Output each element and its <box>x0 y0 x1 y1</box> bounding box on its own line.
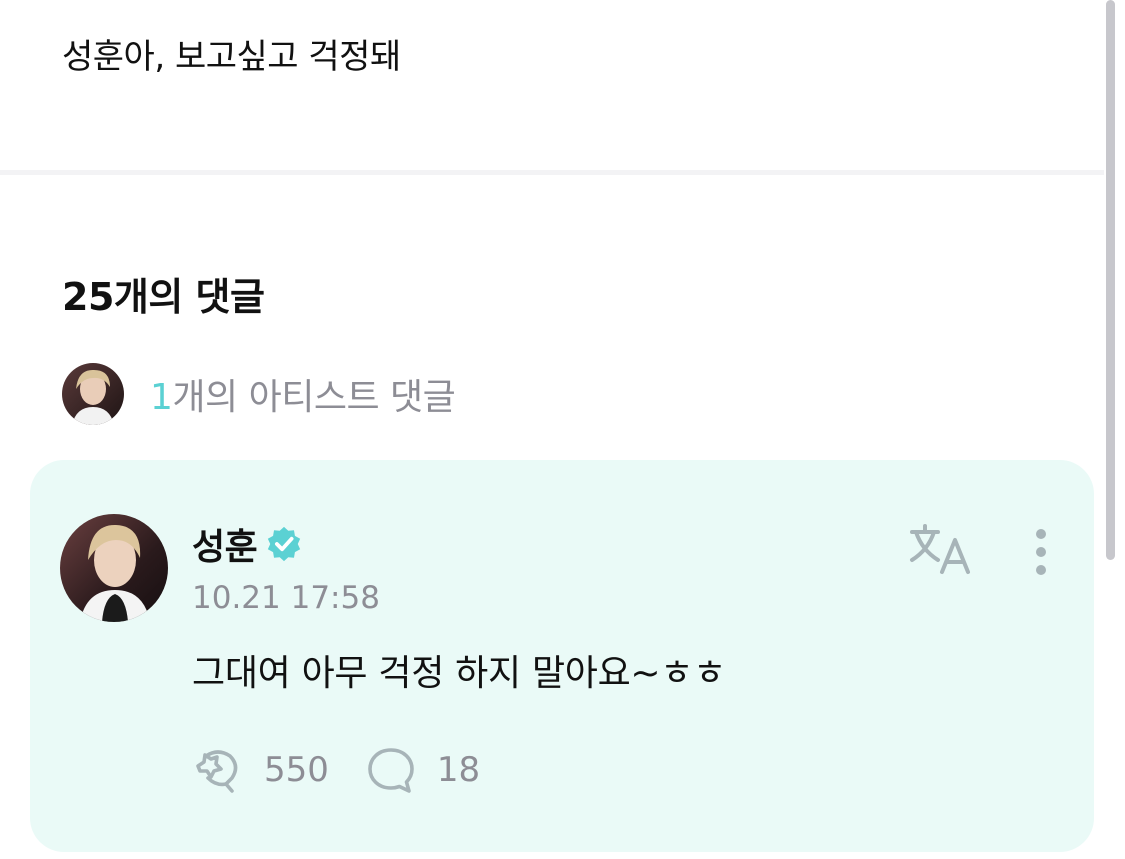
reply-count: 18 <box>436 750 481 790</box>
artist-comments-summary[interactable]: 1개의 아티스트 댓글 <box>62 363 456 425</box>
post-text: 성훈아, 보고싶고 걱정돼 <box>62 37 401 77</box>
artist-comment-count: 1 <box>150 377 173 418</box>
artist-comment-count-label: 1개의 아티스트 댓글 <box>150 368 456 420</box>
section-divider <box>0 170 1104 175</box>
scrollbar[interactable] <box>1106 0 1115 560</box>
like-count: 550 <box>264 750 329 790</box>
more-vertical-icon[interactable] <box>1026 526 1056 578</box>
speech-bubble-icon[interactable] <box>365 744 417 796</box>
comment-author-row: 성훈 <box>192 518 303 570</box>
translate-icon[interactable] <box>908 522 974 576</box>
artist-comment-count-suffix: 개의 아티스트 댓글 <box>172 377 456 418</box>
comment-body: 그대여 아무 걱정 하지 말아요~ㅎㅎ <box>192 653 726 694</box>
reply-action[interactable]: 18 <box>365 744 480 796</box>
heart-cheer-icon[interactable] <box>192 744 244 796</box>
comment-actions: 550 18 <box>192 744 480 796</box>
comment-screen: 성훈아, 보고싶고 걱정돼 25개의 댓글 1개의 아티스트 댓글 성훈 10.… <box>0 0 1125 859</box>
comment-author-avatar[interactable] <box>60 514 168 622</box>
comment-timestamp: 10.21 17:58 <box>192 580 380 616</box>
comment-author-name[interactable]: 성훈 <box>192 518 258 570</box>
artist-comment-card[interactable]: 성훈 10.21 17:58 그대여 아무 걱정 하지 말아요~ㅎㅎ 550 1… <box>30 460 1094 852</box>
comments-count-heading: 25개의 댓글 <box>62 275 265 319</box>
artist-avatar-small <box>62 363 124 425</box>
verified-badge-icon <box>268 526 301 562</box>
